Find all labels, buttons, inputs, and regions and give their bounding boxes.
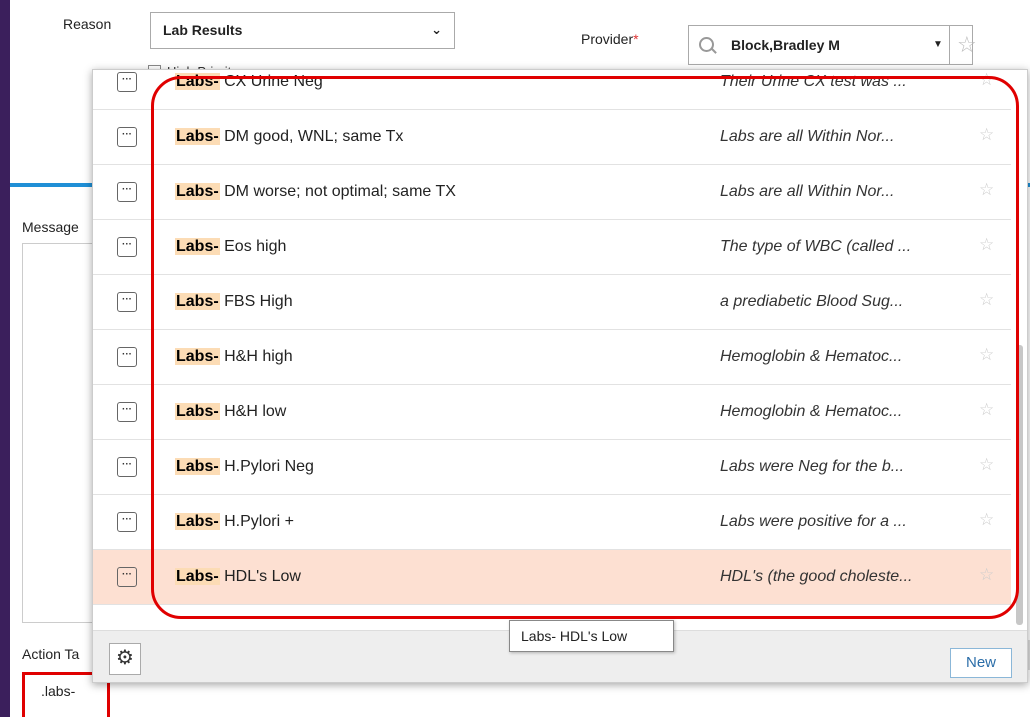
list-item[interactable]: ··· Labs- CX Urine Neg Their Urine CX test… <box>93 70 1011 110</box>
item-prefix: Labs- <box>175 568 220 585</box>
list-item[interactable]: ··· Labs- HDL's Low HDL's (the good choles… <box>93 550 1011 605</box>
item-title-text: DM good, WNL; same Tx <box>219 128 404 145</box>
more-options-icon[interactable]: ··· <box>117 512 137 532</box>
item-title: Labs- HDL's Low <box>175 568 301 586</box>
list-item[interactable]: ··· Labs- H.Pylori + Labs were positive fo… <box>93 495 1011 550</box>
item-title-text: FBS High <box>219 293 293 310</box>
more-options-icon[interactable]: ··· <box>117 457 137 477</box>
item-title-text: CX Urine Neg <box>219 73 323 90</box>
list-item[interactable]: ··· Labs- FBS High a prediabetic Blood Sug… <box>93 275 1011 330</box>
message-label: Message <box>22 219 79 235</box>
search-icon <box>699 37 714 52</box>
item-description: Hemoglobin & Hematoc... <box>720 348 903 365</box>
item-prefix: Labs- <box>175 73 220 90</box>
more-options-icon[interactable]: ··· <box>117 237 137 257</box>
star-icon[interactable]: ☆ <box>979 290 994 310</box>
dropdown-scrollbar[interactable] <box>1013 70 1027 630</box>
list-item[interactable]: ··· Labs- DM good, WNL; same Tx Labs are a… <box>93 110 1011 165</box>
item-description: Labs are all Within Nor... <box>720 183 895 200</box>
item-title: Labs- H&H high <box>175 348 293 366</box>
item-description: HDL's (the good choleste... <box>720 568 913 585</box>
item-title-text: Eos high <box>219 238 287 255</box>
more-options-icon[interactable]: ··· <box>117 72 137 92</box>
item-description: The type of WBC (called ... <box>720 238 912 255</box>
new-button[interactable]: New <box>950 648 1012 678</box>
list-item[interactable]: ··· Labs- H.Pylori Neg Labs were Neg for t… <box>93 440 1011 495</box>
item-description: Labs were Neg for the b... <box>720 458 905 475</box>
item-title-text: H&H high <box>219 348 293 365</box>
item-prefix: Labs- <box>175 293 220 310</box>
item-description: Their Urine CX test was ... <box>720 73 907 90</box>
quick-text-dropdown: ··· Labs- CX Urine Neg Their Urine CX test… <box>92 69 1028 683</box>
star-icon[interactable]: ☆ <box>979 565 994 585</box>
star-icon[interactable]: ☆ <box>957 32 977 58</box>
more-options-icon[interactable]: ··· <box>117 402 137 422</box>
star-icon[interactable]: ☆ <box>979 510 994 530</box>
item-prefix: Labs- <box>175 458 220 475</box>
list-item[interactable]: ··· Labs- Eos high The type of WBC (called… <box>93 220 1011 275</box>
star-icon[interactable]: ☆ <box>979 345 994 365</box>
more-options-icon[interactable]: ··· <box>117 567 137 587</box>
item-title: Labs- Eos high <box>175 238 286 256</box>
more-options-icon[interactable]: ··· <box>117 347 137 367</box>
row-tooltip: Labs- HDL's Low <box>509 620 674 652</box>
star-icon[interactable]: ☆ <box>979 400 994 420</box>
item-prefix: Labs- <box>175 513 220 530</box>
item-title: Labs- DM good, WNL; same Tx <box>175 128 403 146</box>
item-title: Labs- DM worse; not optimal; same TX <box>175 183 456 201</box>
scrollbar-thumb[interactable] <box>1016 345 1023 625</box>
reason-select-value: Lab Results <box>163 22 243 38</box>
star-icon[interactable]: ☆ <box>979 180 994 200</box>
item-title: Labs- CX Urine Neg <box>175 73 323 91</box>
item-description: a prediabetic Blood Sug... <box>720 293 904 310</box>
star-icon[interactable]: ☆ <box>979 70 994 90</box>
item-prefix: Labs- <box>175 238 220 255</box>
list-item[interactable]: ··· Labs- DM worse; not optimal; same TX L… <box>93 165 1011 220</box>
item-description: Labs were positive for a ... <box>720 513 907 530</box>
more-options-icon[interactable]: ··· <box>117 127 137 147</box>
list-item[interactable]: ··· Labs- H&H high Hemoglobin & Hematoc...… <box>93 330 1011 385</box>
reason-label: Reason <box>63 16 112 32</box>
item-title-text: DM worse; not optimal; same TX <box>219 183 456 200</box>
provider-label: Provider* <box>581 31 639 47</box>
star-icon[interactable]: ☆ <box>979 235 994 255</box>
star-icon[interactable]: ☆ <box>979 455 994 475</box>
item-title: Labs- FBS High <box>175 293 293 311</box>
caret-down-icon[interactable]: ▼ <box>933 39 943 50</box>
item-description: Hemoglobin & Hematoc... <box>720 403 903 420</box>
item-description: Labs are all Within Nor... <box>720 128 895 145</box>
list-item[interactable]: ··· Labs- H&H low Hemoglobin & Hematoc... ☆ <box>93 385 1011 440</box>
divider <box>949 26 950 64</box>
item-prefix: Labs- <box>175 128 220 145</box>
action-taken-value: .labs- <box>41 683 76 699</box>
item-prefix: Labs- <box>175 183 220 200</box>
item-title-text: H&H low <box>219 403 287 420</box>
item-title: Labs- H&H low <box>175 403 286 421</box>
provider-value: Block,Bradley M <box>731 37 840 53</box>
action-label: Action Ta <box>22 646 80 662</box>
star-icon[interactable]: ☆ <box>979 125 994 145</box>
item-title-text: H.Pylori Neg <box>219 458 314 475</box>
item-prefix: Labs- <box>175 348 220 365</box>
item-prefix: Labs- <box>175 403 220 420</box>
more-options-icon[interactable]: ··· <box>117 182 137 202</box>
item-title: Labs- H.Pylori + <box>175 513 294 531</box>
more-options-icon[interactable]: ··· <box>117 292 137 312</box>
reason-select[interactable]: Lab Results ⌄ <box>150 12 455 49</box>
item-title-text: HDL's Low <box>219 568 301 585</box>
chevron-down-icon: ⌄ <box>431 22 442 37</box>
required-marker: * <box>633 31 639 47</box>
provider-field[interactable]: Block,Bradley M ▼ ☆ <box>688 25 977 65</box>
item-title-text: H.Pylori + <box>219 513 294 530</box>
gear-icon[interactable]: ⚙ <box>109 643 141 675</box>
item-title: Labs- H.Pylori Neg <box>175 458 314 476</box>
